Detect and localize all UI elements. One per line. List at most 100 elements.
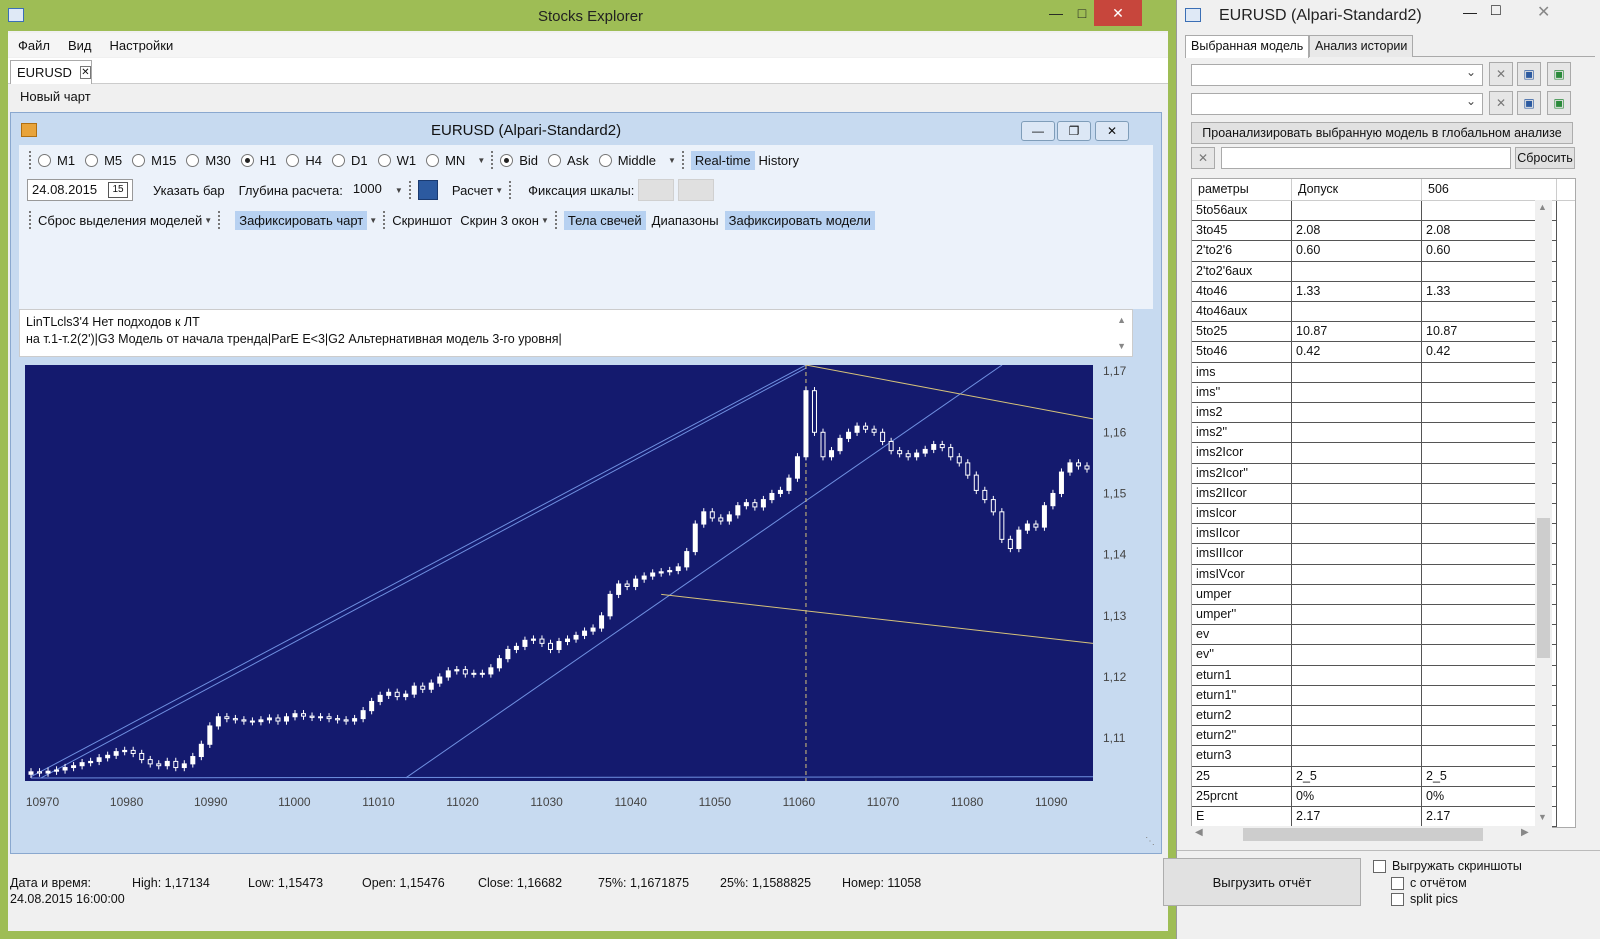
table-cell[interactable]: imsIcor	[1192, 504, 1292, 524]
check-with-report[interactable]: с отчётом	[1391, 876, 1467, 891]
date-field[interactable]: 24.08.2015 15	[27, 179, 133, 201]
table-cell[interactable]	[1292, 504, 1422, 524]
close-tab-icon[interactable]: ✕	[79, 66, 91, 79]
table-cell[interactable]: eturn2	[1192, 706, 1292, 726]
clear-icon[interactable]: ✕	[1489, 62, 1513, 86]
table-row[interactable]: ims	[1192, 362, 1557, 383]
model-select-1[interactable]	[1191, 64, 1483, 86]
table-row[interactable]: ims2	[1192, 403, 1557, 424]
radio-icon[interactable]	[598, 153, 612, 167]
table-cell[interactable]	[1292, 584, 1422, 604]
scale-fix-box-1[interactable]	[638, 179, 675, 201]
table-row[interactable]: ims2Icor''	[1192, 463, 1557, 484]
reset-button[interactable]: Сбросить	[1515, 147, 1575, 169]
table-cell[interactable]	[1292, 564, 1422, 584]
table-cell[interactable]	[1292, 685, 1422, 705]
table-cell[interactable]: 0%	[1292, 786, 1422, 806]
table-cell[interactable]: 3to45	[1192, 221, 1292, 241]
table-cell[interactable]	[1292, 382, 1422, 402]
table-row[interactable]: eturn2	[1192, 706, 1557, 727]
table-cell[interactable]	[1292, 443, 1422, 463]
table-row[interactable]: 25prcnt 0% 0%	[1192, 786, 1557, 807]
table-row[interactable]: eturn1''	[1192, 685, 1557, 706]
radio-icon[interactable]	[426, 153, 440, 167]
calc-button[interactable]: Расчет	[452, 183, 493, 198]
filter-clear-icon[interactable]: ✕	[1191, 147, 1215, 169]
table-row[interactable]: ims''	[1192, 382, 1557, 403]
table-cell[interactable]: ims2	[1192, 403, 1292, 423]
table-row[interactable]: eturn2''	[1192, 726, 1557, 747]
export-report-button[interactable]: Выгрузить отчёт	[1163, 858, 1361, 906]
table-cell[interactable]: 5to56aux	[1192, 201, 1292, 221]
table-row[interactable]: eturn3	[1192, 746, 1557, 767]
panel-minimize-button[interactable]: —	[1463, 4, 1477, 20]
screenshot-button[interactable]: Скриншот	[392, 213, 452, 228]
chart-minimize-button[interactable]: —	[1021, 121, 1055, 141]
table-cell[interactable]: eturn1''	[1192, 685, 1292, 705]
realtime-button[interactable]: Real-time	[690, 150, 755, 170]
table-cell[interactable]: eturn3	[1192, 746, 1292, 766]
table-cell[interactable]: 2'to2'6aux	[1192, 261, 1292, 281]
table-cell[interactable]: 0.60	[1292, 241, 1422, 261]
table-cell[interactable]	[1292, 483, 1422, 503]
screen3-button[interactable]: Скрин 3 окон	[460, 213, 539, 228]
timeframe-radio-w1[interactable]: W1	[377, 153, 416, 168]
table-cell[interactable]: umper	[1192, 584, 1292, 604]
chart-close-button[interactable]: ✕	[1095, 121, 1129, 141]
specify-bar-button[interactable]: Указать бар	[153, 183, 225, 198]
horizontal-scrollbar[interactable]: ◀ ▶	[1191, 826, 1535, 843]
table-cell[interactable]	[1292, 302, 1422, 322]
table-row[interactable]: imsIVcor	[1192, 564, 1557, 585]
filter-input[interactable]	[1221, 147, 1511, 169]
tab-eurusd[interactable]: EURUSD ✕	[10, 60, 92, 84]
table-cell[interactable]	[1292, 665, 1422, 685]
table-row[interactable]: ims2IIcor	[1192, 483, 1557, 504]
radio-icon[interactable]	[286, 153, 300, 167]
table-row[interactable]: ev''	[1192, 645, 1557, 666]
calendar-icon[interactable]: 15	[108, 182, 128, 198]
toolbar-overflow-icon[interactable]: ▼	[369, 216, 377, 225]
table-row[interactable]: 5to56aux	[1192, 201, 1557, 222]
table-cell[interactable]: 4to46	[1192, 281, 1292, 301]
radio-icon[interactable]	[240, 153, 254, 167]
timeframe-radio-m30[interactable]: M30	[186, 153, 231, 168]
panel-maximize-button[interactable]: □	[1491, 2, 1501, 20]
toolbar-overflow-icon[interactable]: ▼	[495, 186, 503, 195]
table-cell[interactable]	[1292, 605, 1422, 625]
info-scroll-up-icon[interactable]: ▲	[1117, 312, 1126, 329]
toolbar-overflow-icon[interactable]: ▼	[395, 186, 403, 195]
table-cell[interactable]: ev''	[1192, 645, 1292, 665]
radio-icon[interactable]	[377, 153, 391, 167]
table-cell[interactable]: imsIIcor	[1192, 524, 1292, 544]
table-cell[interactable]: ims''	[1192, 382, 1292, 402]
tab-selected-model[interactable]: Выбранная модель	[1185, 35, 1310, 58]
new-chart-label[interactable]: Новый чарт	[20, 89, 91, 104]
table-cell[interactable]	[1292, 423, 1422, 443]
timeframe-radio-mn[interactable]: MN	[426, 153, 465, 168]
table-row[interactable]: umper	[1192, 584, 1557, 605]
table-row[interactable]: 25 2_5 2_5	[1192, 766, 1557, 787]
table-row[interactable]: eturn1	[1192, 665, 1557, 686]
vertical-scrollbar[interactable]: ▲ ▼	[1535, 200, 1552, 828]
timeframe-radio-h1[interactable]: H1	[240, 153, 276, 168]
table-row[interactable]: E 2.17 2.17	[1192, 807, 1557, 827]
radio-icon[interactable]	[38, 153, 51, 167]
price-type-radio-ask[interactable]: Ask	[548, 153, 589, 168]
radio-icon[interactable]	[132, 153, 146, 167]
table-cell[interactable]: 2.08	[1292, 221, 1422, 241]
checkbox-icon[interactable]	[1391, 877, 1404, 891]
table-cell[interactable]	[1292, 706, 1422, 726]
table-cell[interactable]: ims	[1192, 362, 1292, 382]
checkbox-icon[interactable]	[1391, 893, 1404, 907]
table-cell[interactable]: 5to25	[1192, 322, 1292, 342]
table-cell[interactable]: 2'to2'6	[1192, 241, 1292, 261]
table-row[interactable]: 2'to2'6 0.60 0.60	[1192, 241, 1557, 262]
radio-icon[interactable]	[331, 153, 345, 167]
resize-grip-icon[interactable]: ⋱	[1145, 836, 1155, 847]
table-row[interactable]: ims2Icor	[1192, 443, 1557, 464]
toolbar-overflow-icon[interactable]: ▼	[477, 156, 485, 165]
model-select-2[interactable]	[1191, 93, 1483, 115]
depth-input[interactable]: 1000	[349, 179, 393, 201]
table-cell[interactable]: eturn1	[1192, 665, 1292, 685]
table-cell[interactable]: E	[1192, 807, 1292, 827]
